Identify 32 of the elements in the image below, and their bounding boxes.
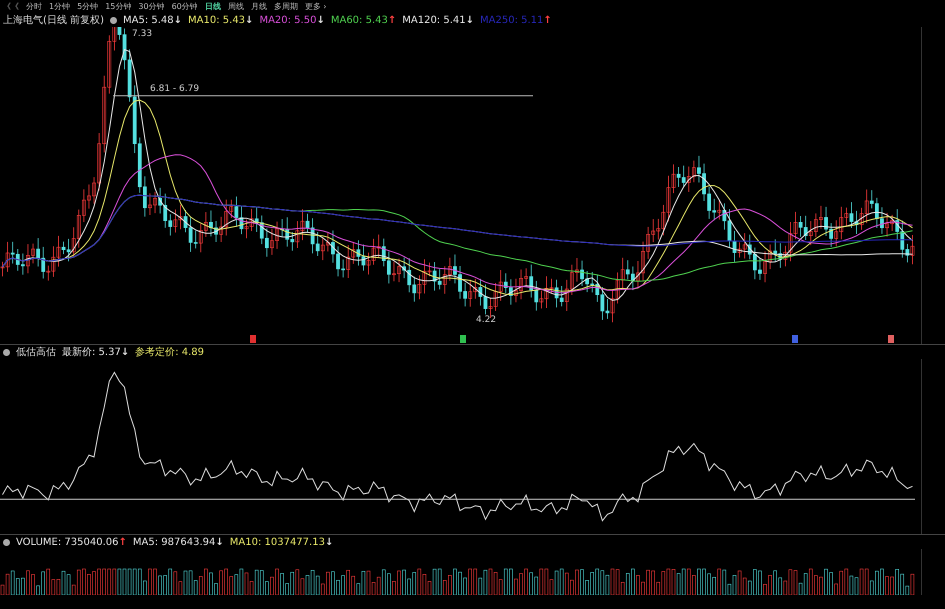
period-tab[interactable]: 更多 › [304, 1, 326, 12]
legend-value: 最新价: 5.37↓ [62, 346, 130, 359]
low-price-label: 4.22 [476, 315, 496, 325]
back-button[interactable]: 《《 [3, 1, 19, 12]
indicator-title: 低估高估 [16, 346, 56, 359]
high-price-label: 7.33 [132, 29, 152, 39]
legend-value: MA10: 5.43↓ [188, 14, 254, 26]
legend-value: MA60: 5.43↑ [330, 14, 396, 26]
period-tab[interactable]: 月线 [250, 1, 267, 12]
event-marker[interactable] [792, 335, 798, 343]
event-marker[interactable] [460, 335, 466, 343]
period-tab[interactable]: 1分钟 [49, 1, 70, 12]
legend-value: 参考定价: 4.89 [135, 346, 204, 359]
range-label: 6.81 - 6.79 [150, 84, 200, 94]
legend-value: MA5: 5.48↓ [122, 14, 182, 26]
period-tab[interactable]: 多周期 [274, 1, 298, 12]
legend-value: MA120: 5.41↓ [402, 14, 474, 26]
legend-value: MA5: 987643.94↓ [132, 536, 224, 548]
legend-value: MA10: 1037477.13↓ [230, 536, 334, 548]
period-tab[interactable]: 周线 [228, 1, 244, 12]
event-marker[interactable] [888, 335, 894, 343]
stock-title: 上海电气(日线 前复权) [3, 14, 104, 27]
legend-value: MA20: 5.50↓ [259, 14, 325, 26]
period-tab[interactable]: 5分钟 [77, 1, 98, 12]
period-tab[interactable]: 30分钟 [138, 1, 165, 12]
period-tab[interactable]: 60分钟 [172, 1, 198, 12]
period-tab[interactable]: 分时 [26, 1, 42, 12]
period-tab[interactable]: 日线 [204, 1, 221, 12]
legend-value: VOLUME: 735040.06↑ [16, 536, 127, 548]
legend-value: MA250: 5.11↑ [480, 14, 552, 26]
event-marker[interactable] [250, 335, 256, 343]
period-tab[interactable]: 15分钟 [105, 1, 132, 12]
